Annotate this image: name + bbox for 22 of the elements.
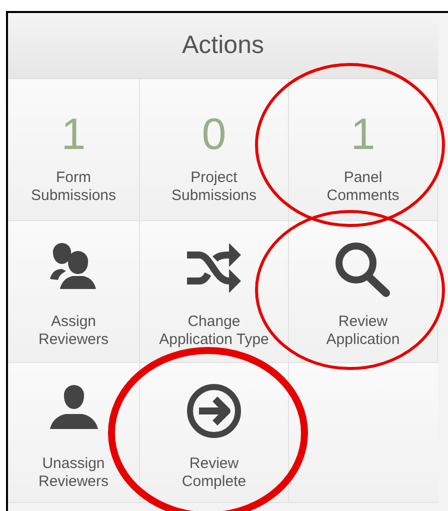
action-tile[interactable]: Change Application Type (140, 221, 289, 363)
count: 1 (61, 109, 86, 161)
tile-label: Unassign Reviewers (37, 455, 110, 491)
tile-label: Form Submissions (30, 169, 118, 205)
action-tile[interactable]: Unassign Reviewers (8, 363, 140, 503)
count: 0 (202, 109, 226, 161)
tile-label: Review Application (325, 313, 401, 349)
action-tile[interactable]: 1 Panel Comments (289, 79, 438, 221)
action-tile[interactable]: Assign Reviewers (8, 221, 140, 363)
tile-label: Review Complete (180, 455, 248, 491)
tile-label: Panel Comments (326, 169, 400, 205)
panel-title: Actions (182, 30, 264, 61)
tile-label: Project Submissions (170, 169, 258, 205)
tile-label: Change Application Type (158, 313, 270, 349)
tile-label: Assign Reviewers (37, 313, 110, 349)
action-tile[interactable]: 1 Form Submissions (8, 79, 140, 221)
action-tile[interactable]: 0 Project Submissions (140, 79, 289, 221)
action-tile[interactable]: Review Complete (140, 363, 289, 503)
search-icon (334, 241, 392, 297)
arrow-circle-icon (185, 383, 243, 439)
count: 1 (350, 109, 376, 161)
action-tile[interactable]: Review Application (289, 221, 438, 363)
